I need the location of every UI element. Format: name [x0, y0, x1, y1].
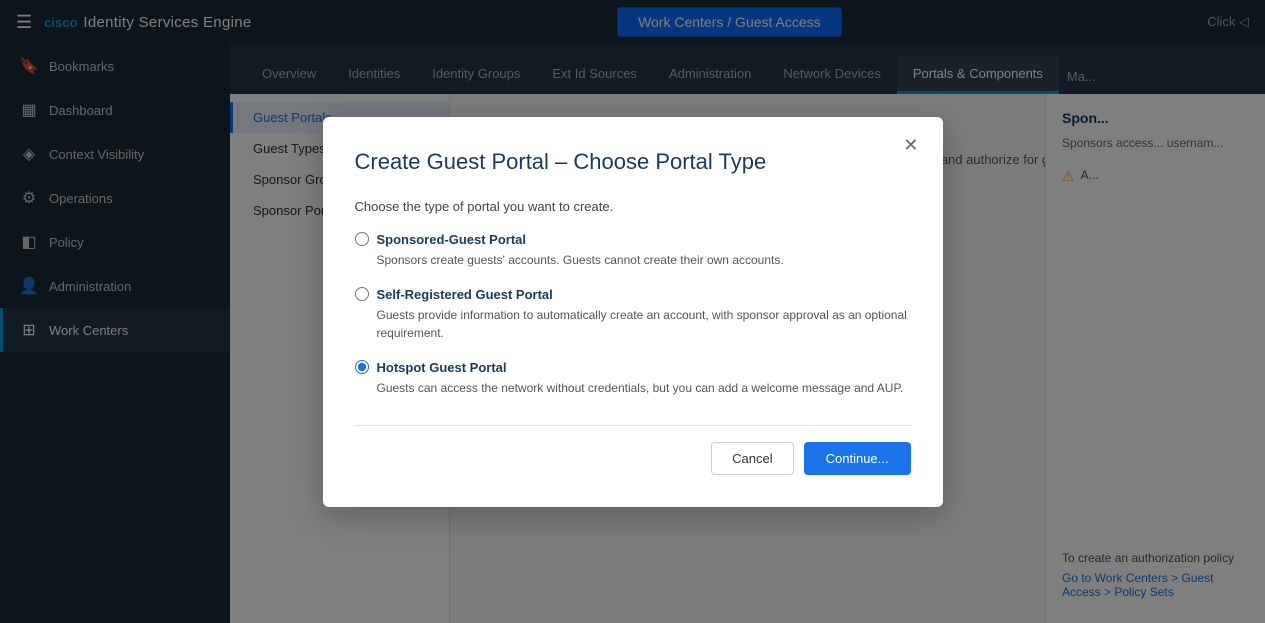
- radio-sponsored[interactable]: [355, 232, 369, 246]
- modal-close-button[interactable]: ✕: [895, 131, 926, 160]
- portal-option-sponsored: Sponsored-Guest Portal Sponsors create g…: [355, 232, 911, 269]
- modal-title: Create Guest Portal – Choose Portal Type: [355, 149, 911, 175]
- cancel-button[interactable]: Cancel: [711, 442, 793, 475]
- portal-option-hotspot-label[interactable]: Hotspot Guest Portal: [355, 360, 911, 375]
- portal-option-hotspot-desc: Guests can access the network without cr…: [377, 379, 911, 397]
- radio-self-registered[interactable]: [355, 287, 369, 301]
- portal-option-sponsored-label[interactable]: Sponsored-Guest Portal: [355, 232, 911, 247]
- portal-option-self-registered-desc: Guests provide information to automatica…: [377, 306, 911, 342]
- portal-option-hotspot-name: Hotspot Guest Portal: [377, 360, 507, 375]
- portal-option-sponsored-name: Sponsored-Guest Portal: [377, 232, 527, 247]
- modal-footer: Cancel Continue...: [355, 425, 911, 475]
- radio-hotspot[interactable]: [355, 360, 369, 374]
- portal-option-self-registered-label[interactable]: Self-Registered Guest Portal: [355, 287, 911, 302]
- portal-option-self-registered: Self-Registered Guest Portal Guests prov…: [355, 287, 911, 342]
- modal-subtitle: Choose the type of portal you want to cr…: [355, 199, 911, 214]
- continue-button[interactable]: Continue...: [804, 442, 911, 475]
- modal-overlay: ✕ Create Guest Portal – Choose Portal Ty…: [0, 0, 1265, 623]
- create-portal-modal: ✕ Create Guest Portal – Choose Portal Ty…: [323, 117, 943, 507]
- portal-option-self-registered-name: Self-Registered Guest Portal: [377, 287, 553, 302]
- portal-option-sponsored-desc: Sponsors create guests' accounts. Guests…: [377, 251, 911, 269]
- portal-option-hotspot: Hotspot Guest Portal Guests can access t…: [355, 360, 911, 397]
